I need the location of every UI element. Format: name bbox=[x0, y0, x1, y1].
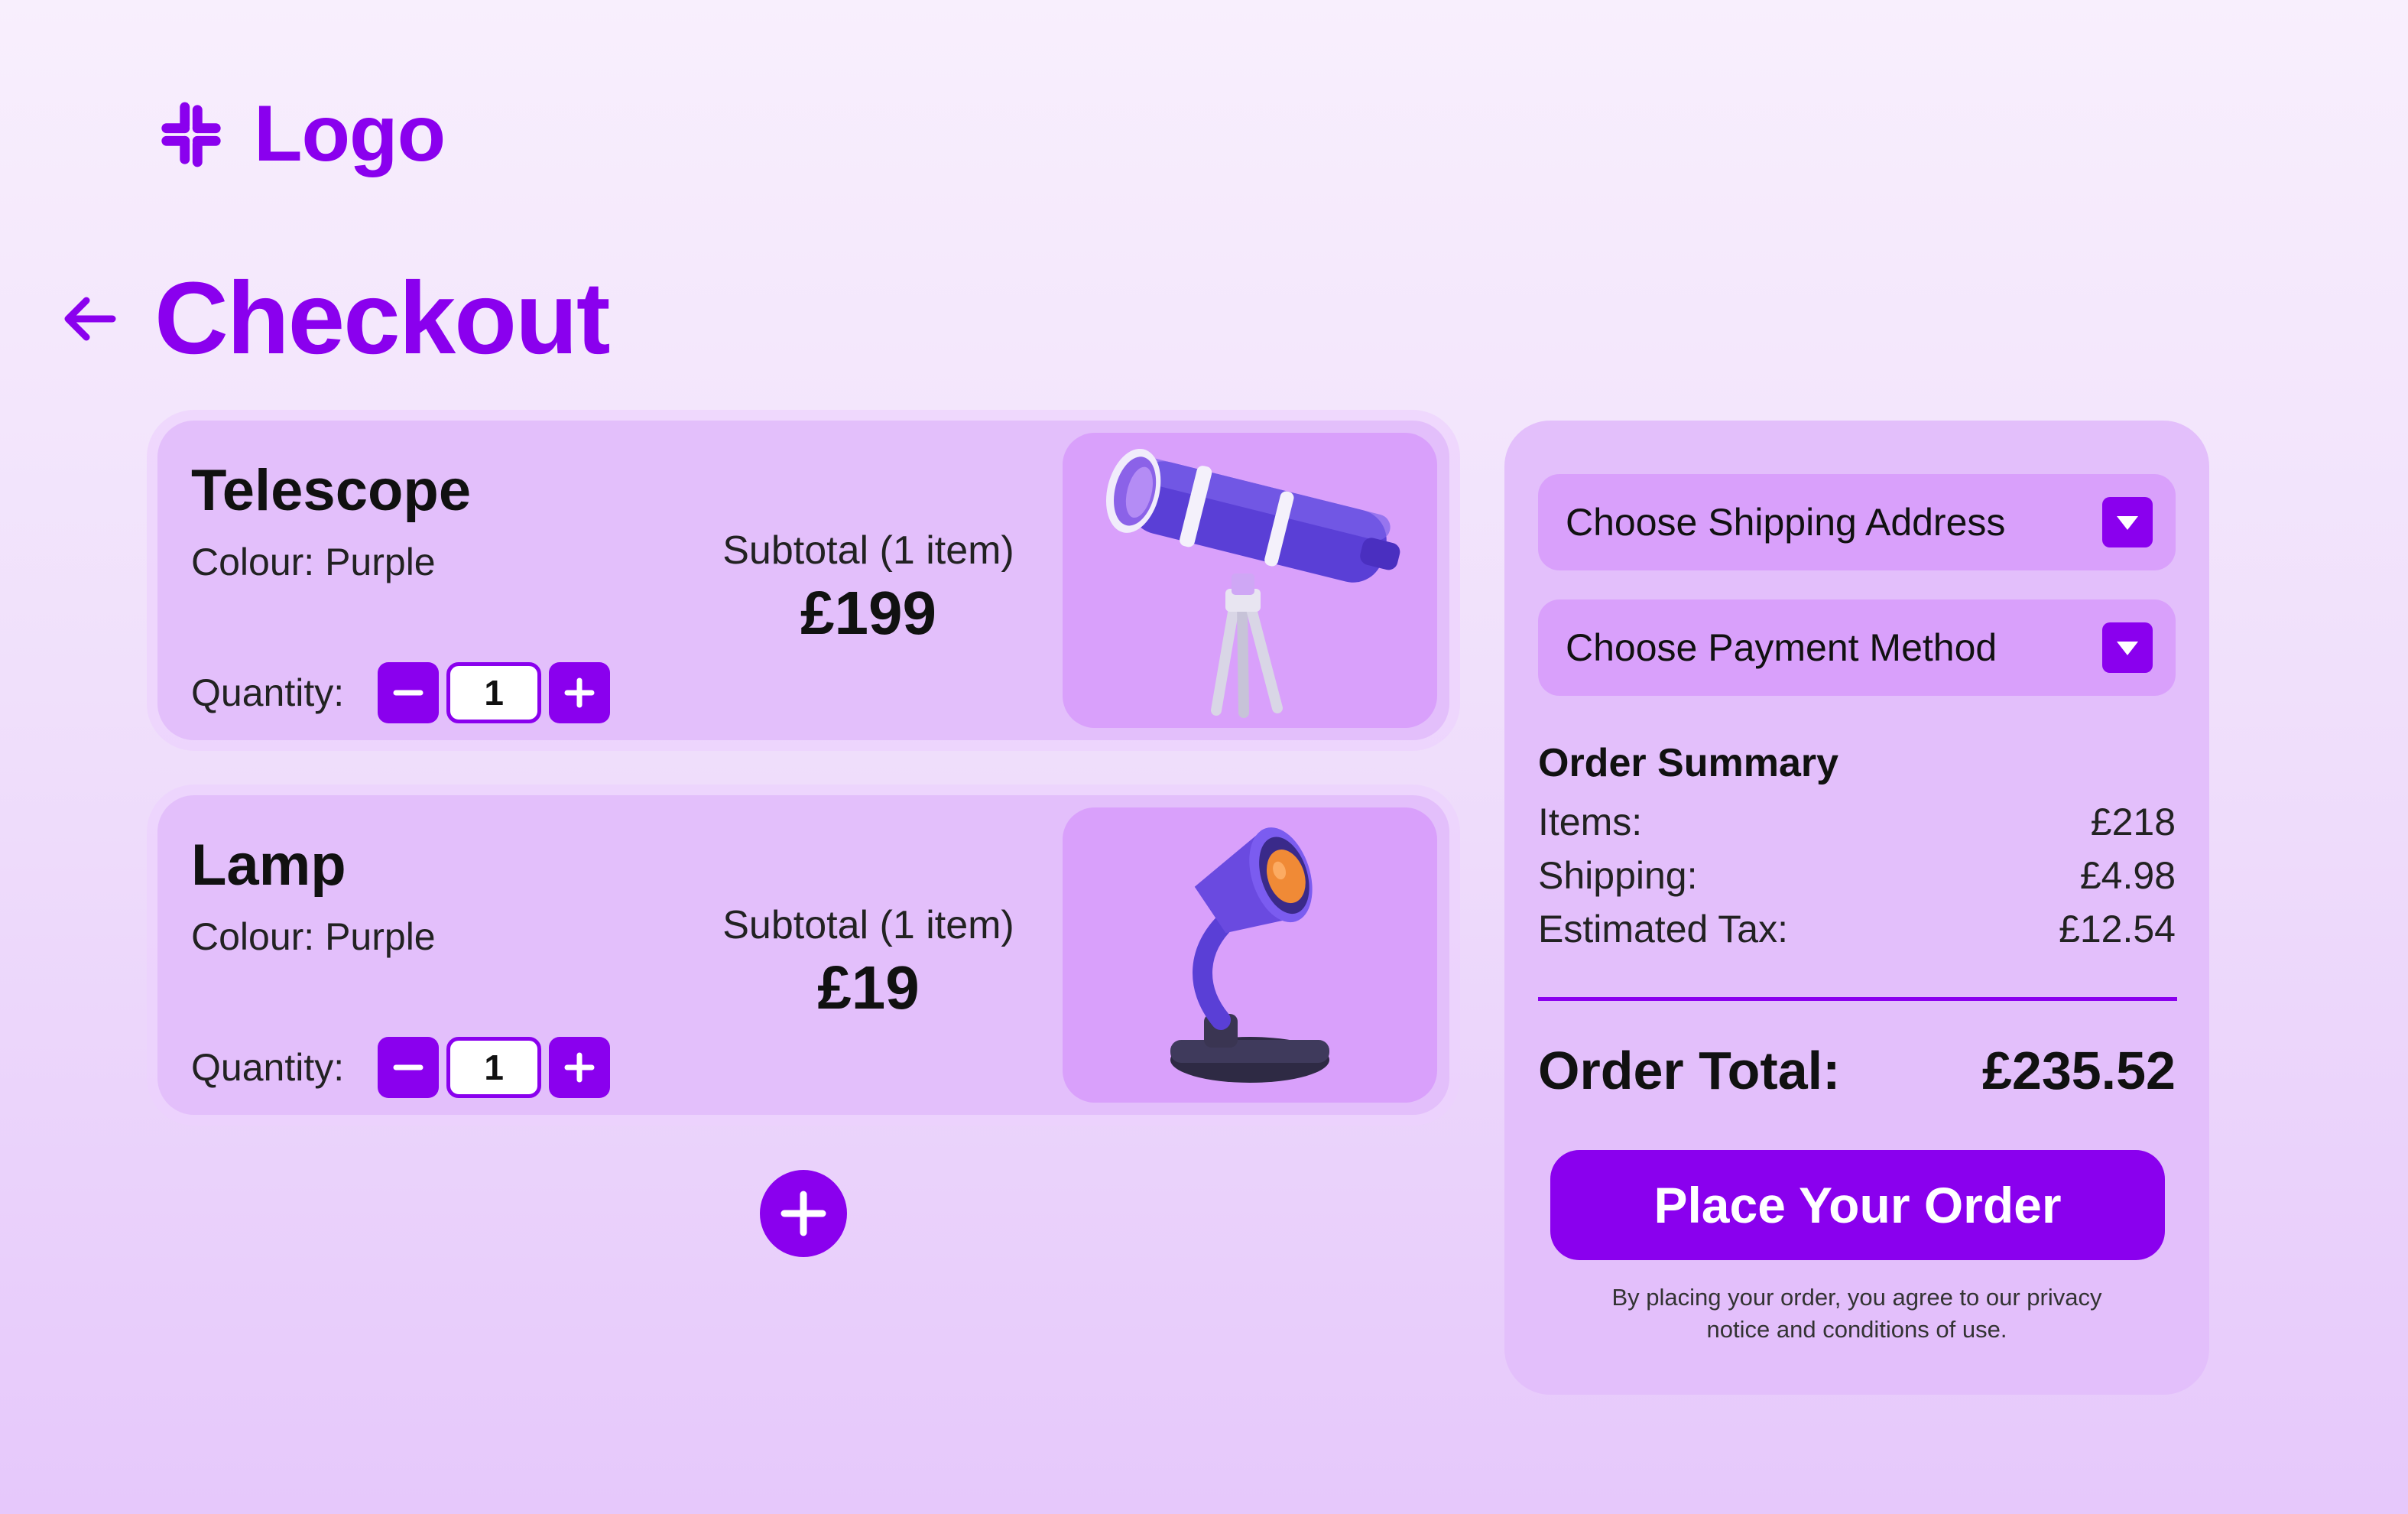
decrease-quantity-button[interactable] bbox=[378, 1037, 440, 1098]
subtotal-price: £19 bbox=[817, 954, 920, 1022]
logo[interactable]: Logo bbox=[156, 89, 446, 180]
logo-icon bbox=[161, 102, 221, 167]
order-summary-heading: Order Summary bbox=[1538, 741, 1839, 785]
minus-icon bbox=[393, 1064, 424, 1071]
chevron-down-icon bbox=[2102, 497, 2153, 547]
summary-row-tax: Estimated Tax: £12.54 bbox=[1538, 902, 2176, 956]
quantity-label: Quantity: bbox=[191, 671, 345, 714]
arrow-left-icon bbox=[64, 297, 116, 341]
product-image bbox=[1063, 807, 1437, 1103]
desk-lamp-icon bbox=[1170, 827, 1329, 1083]
minus-icon bbox=[393, 690, 424, 696]
order-summary-panel: Choose Shipping Address Choose Payment M… bbox=[1504, 421, 2209, 1395]
product-name: Lamp bbox=[191, 833, 346, 898]
subtotal-price: £199 bbox=[800, 579, 936, 647]
payment-method-label: Choose Payment Method bbox=[1566, 626, 1997, 669]
back-button[interactable] bbox=[55, 284, 124, 353]
subtotal: Subtotal (1 item) £19 bbox=[693, 902, 1044, 1023]
divider bbox=[1538, 997, 2177, 1001]
increase-quantity-button[interactable] bbox=[549, 1037, 611, 1098]
plus-icon bbox=[564, 677, 595, 708]
summary-label: Estimated Tax: bbox=[1538, 908, 1789, 950]
quantity-label: Quantity: bbox=[191, 1046, 345, 1089]
summary-label: Items: bbox=[1538, 801, 1643, 843]
product-colour: Colour: Purple bbox=[191, 915, 436, 958]
plus-icon bbox=[780, 1191, 826, 1236]
chevron-down-icon bbox=[2102, 622, 2153, 673]
page-header: Checkout bbox=[55, 262, 611, 375]
payment-method-dropdown[interactable]: Choose Payment Method bbox=[1538, 599, 2176, 696]
quantity-stepper: Quantity: 1 bbox=[191, 662, 611, 723]
cart-item-lamp: Lamp Colour: Purple Quantity: 1 Subtotal… bbox=[157, 795, 1449, 1115]
quantity-stepper: Quantity: 1 bbox=[191, 1037, 611, 1098]
legal-notice: By placing your order, you agree to our … bbox=[1611, 1284, 2102, 1343]
subtotal: Subtotal (1 item) £199 bbox=[693, 528, 1044, 648]
cart-item-telescope: Telescope Colour: Purple Quantity: 1 Sub… bbox=[157, 421, 1449, 740]
summary-row-shipping: Shipping: £4.98 bbox=[1538, 849, 2176, 902]
summary-value: £4.98 bbox=[2079, 854, 2176, 897]
shipping-address-label: Choose Shipping Address bbox=[1566, 501, 2006, 544]
product-image bbox=[1063, 433, 1437, 728]
quantity-input[interactable]: 1 bbox=[446, 662, 542, 723]
add-item-button[interactable] bbox=[760, 1170, 847, 1257]
order-total-label: Order Total: bbox=[1538, 1041, 1841, 1100]
summary-value: £12.54 bbox=[2059, 908, 2176, 950]
shipping-address-dropdown[interactable]: Choose Shipping Address bbox=[1538, 474, 2176, 570]
place-order-button[interactable]: Place Your Order bbox=[1550, 1150, 2165, 1260]
quantity-input[interactable]: 1 bbox=[446, 1037, 542, 1098]
telescope-icon bbox=[1105, 448, 1400, 718]
order-total-row: Order Total: £235.52 bbox=[1538, 1040, 2176, 1101]
summary-value: £218 bbox=[2090, 801, 2176, 843]
plus-icon bbox=[564, 1052, 595, 1083]
order-total-value: £235.52 bbox=[1981, 1041, 2176, 1100]
subtotal-label: Subtotal (1 item) bbox=[722, 528, 1014, 573]
product-colour: Colour: Purple bbox=[191, 541, 436, 583]
summary-rows: Items: £218 Shipping: £4.98 Estimated Ta… bbox=[1538, 795, 2176, 956]
increase-quantity-button[interactable] bbox=[549, 662, 611, 723]
subtotal-label: Subtotal (1 item) bbox=[722, 903, 1014, 947]
product-name: Telescope bbox=[191, 458, 472, 523]
summary-row-items: Items: £218 bbox=[1538, 795, 2176, 849]
decrease-quantity-button[interactable] bbox=[378, 662, 440, 723]
logo-text: Logo bbox=[254, 89, 446, 178]
summary-label: Shipping: bbox=[1538, 854, 1698, 897]
page-title: Checkout bbox=[154, 262, 611, 375]
